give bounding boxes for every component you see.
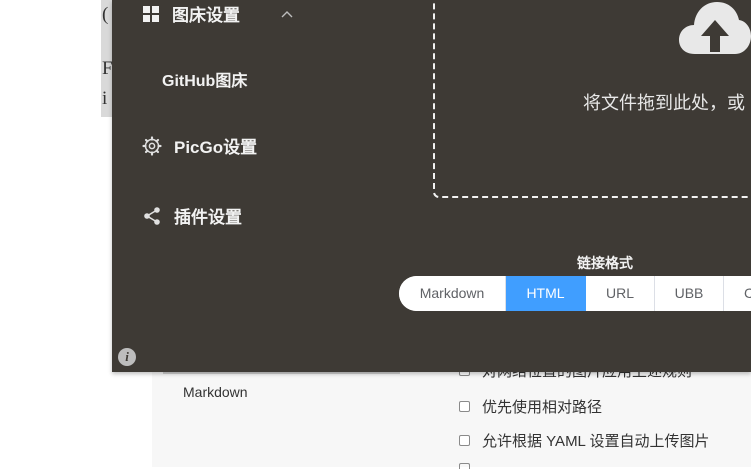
share-icon xyxy=(144,206,160,225)
background-text-fragment: i xyxy=(102,88,108,109)
grid-icon xyxy=(143,5,159,22)
nav-imgbed-settings[interactable]: 图床设置 xyxy=(142,1,306,26)
checkbox[interactable] xyxy=(459,435,470,446)
option-label: 优先使用相对路径 xyxy=(482,399,603,416)
link-format-selector: Markdown HTML URL UBB C xyxy=(399,276,751,311)
upload-hint: 将文件拖到此处，或 xyxy=(583,93,745,113)
picgo-window: 图床设置 GitHub图床 PicGo设置 插件设置 i 将文件拖到此处，或 链… xyxy=(112,0,751,372)
format-option-html[interactable]: HTML xyxy=(506,276,586,311)
nav-picgo-settings[interactable]: PicGo设置 xyxy=(142,133,257,158)
checkbox[interactable] xyxy=(459,463,470,469)
checkbox[interactable] xyxy=(459,401,470,412)
gear-icon xyxy=(142,135,162,156)
nav-github-imgbed[interactable]: GitHub图床 xyxy=(162,67,247,91)
nav-label: 插件设置 xyxy=(174,208,242,227)
nav-plugin-settings[interactable]: 插件设置 xyxy=(142,203,242,228)
sidebar-divider xyxy=(163,372,400,374)
background-text-fragment: F xyxy=(102,58,112,79)
option-label: 允许根据 YAML 设置自动上传图片 xyxy=(482,433,710,450)
cloud-upload-icon xyxy=(679,2,751,54)
nav-label: 图床设置 xyxy=(172,6,240,25)
nav-label: GitHub图床 xyxy=(162,73,248,90)
nav-label: PicGo设置 xyxy=(174,138,258,157)
format-option-url[interactable]: URL xyxy=(586,276,655,311)
chevron-up-icon[interactable] xyxy=(280,9,294,19)
background-text-fragment: ( xyxy=(102,4,109,25)
sidebar-item-markdown[interactable]: Markdown xyxy=(183,384,248,400)
format-option-markdown[interactable]: Markdown xyxy=(399,276,506,311)
info-icon[interactable]: i xyxy=(118,348,136,366)
format-option-custom[interactable]: C xyxy=(724,276,751,311)
option-prefer-relative-path[interactable]: 优先使用相对路径 xyxy=(459,396,602,417)
link-format-title: 链接格式 xyxy=(577,255,633,271)
format-option-ubb[interactable]: UBB xyxy=(655,276,724,311)
background-left-edge: ( F i xyxy=(101,0,112,117)
option-yaml-auto-upload[interactable]: 允许根据 YAML 设置自动上传图片 xyxy=(459,430,710,451)
